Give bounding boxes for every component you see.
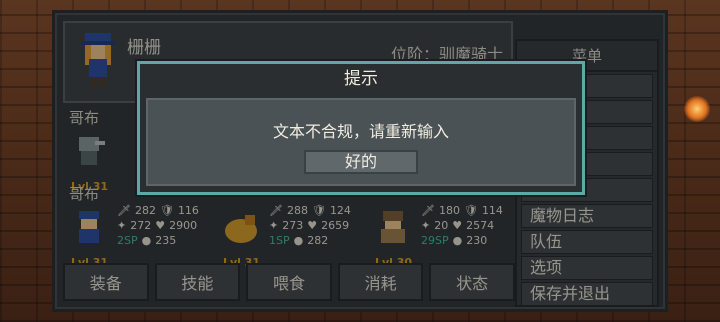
- equip-button[interactable]: 装备: [63, 263, 149, 301]
- party-member[interactable]: 🗡282🛡116 ✦272♥2900 2SP●235 Lvl 31: [63, 201, 211, 271]
- beast-sprite-icon: [225, 215, 257, 243]
- member-stats: 🗡 288 🛡 124 ✦ 273 ♥ 2659 1SP ● 282: [269, 204, 351, 247]
- dialog-title: 提示: [344, 69, 378, 89]
- ok-button[interactable]: 好的: [304, 150, 418, 174]
- consumables-button[interactable]: 消耗: [337, 263, 424, 301]
- knight-sprite-icon: [79, 211, 99, 243]
- menu-item-monster-log[interactable]: 魔物日志: [521, 204, 653, 228]
- skills-button[interactable]: 技能: [154, 263, 241, 301]
- dialog-message: 文本不合规，请重新输入: [272, 122, 449, 141]
- mage-sprite-icon: [381, 211, 405, 243]
- bottom-tab-bar: 装备 技能 喂食 消耗 状态: [63, 263, 515, 301]
- hero-sprite-icon: [81, 33, 115, 87]
- member-stats: 🗡 180 🛡 114 ✦ 20 ♥ 2574 29SP ● 230: [421, 204, 503, 247]
- member-stats: 🗡 282 🛡 116 ✦ 272 ♥ 2900 2SP ● 235: [117, 204, 199, 247]
- torch-icon: [684, 96, 710, 122]
- goblin-sprite-icon: [79, 137, 105, 165]
- dialog-body: 文本不合规，请重新输入 好的: [146, 98, 576, 186]
- alert-dialog: 提示 文本不合规，请重新输入 好的: [137, 61, 585, 195]
- menu-item-party[interactable]: 队伍: [521, 230, 653, 254]
- feed-button[interactable]: 喂食: [246, 263, 332, 301]
- party-member[interactable]: 🗡 288 🛡 124 ✦ 273 ♥ 2659 1SP ● 282 Lvl 31: [215, 201, 363, 271]
- menu-item-options[interactable]: 选项: [521, 256, 653, 280]
- hero-name: 栅栅: [127, 38, 161, 58]
- status-button[interactable]: 状态: [429, 263, 515, 301]
- menu-item-save-quit[interactable]: 保存并退出: [521, 282, 653, 306]
- party-member[interactable]: 🗡180🛡114 ✦20♥2574 29SP●230 Lvl 30: [367, 201, 515, 271]
